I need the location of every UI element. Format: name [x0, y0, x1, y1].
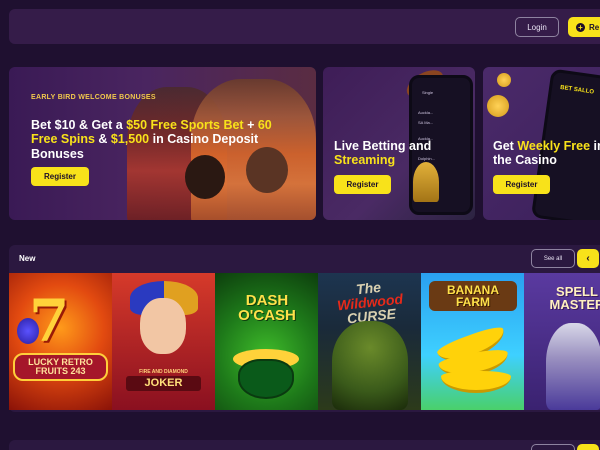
- plus-icon: +: [576, 22, 585, 32]
- game-tile-banana-farm[interactable]: BANANA FARM: [421, 273, 524, 410]
- player-head-left: [185, 155, 225, 199]
- see-all-button[interactable]: See all: [531, 249, 575, 268]
- banner-register-button[interactable]: Register: [493, 175, 550, 194]
- section-title: New: [19, 254, 36, 263]
- game-title: LUCKY RETRO FRUITS 243: [13, 353, 108, 381]
- live-betting-banner[interactable]: Single Auckla... SA Ma... Auckla... Dolp…: [323, 67, 475, 220]
- coin-icon: [497, 73, 511, 87]
- game-title: The Wildwood CURSE: [336, 278, 404, 327]
- banner-title: Get Weekly Free in the Casino: [493, 139, 600, 168]
- game-tile-spell-master[interactable]: SPELL MASTER: [524, 273, 600, 410]
- weekly-free-banner[interactable]: BET SALLO Get Weekly Free in the Casino …: [483, 67, 600, 220]
- see-all-button[interactable]: [531, 444, 575, 450]
- register-button-top[interactable]: + Re: [568, 17, 600, 37]
- game-tile-joker[interactable]: FIRE AND DIAMOND JOKER: [112, 273, 215, 410]
- top-bar: [9, 9, 600, 44]
- new-games-section: New See all ‹ 7 LUCKY RETRO FRUITS 243 F…: [9, 245, 600, 412]
- monster-icon: [332, 321, 408, 410]
- login-button[interactable]: Login: [515, 17, 559, 37]
- banner-title: Bet $10 & Get a $50 Free Sports Bet + 60…: [31, 118, 272, 161]
- banner-register-button[interactable]: Register: [31, 167, 89, 186]
- banana-icon: [441, 371, 511, 393]
- game-title: JOKER: [126, 376, 201, 391]
- next-games-section: [9, 440, 600, 450]
- game-tile-wildwood-curse[interactable]: The Wildwood CURSE: [318, 273, 421, 410]
- banner-eyebrow: EARLY BIRD WELCOME BONUSES: [31, 94, 156, 101]
- chevron-left-icon[interactable]: [577, 444, 599, 450]
- game-title: SPELL MASTER: [549, 284, 600, 312]
- game-title: BANANA FARM: [429, 281, 517, 311]
- coin-icon: [487, 95, 509, 117]
- game-tile-lucky-retro-fruits[interactable]: 7 LUCKY RETRO FRUITS 243: [9, 273, 112, 410]
- game-subtitle: FIRE AND DIAMOND: [139, 369, 188, 375]
- banner-register-button[interactable]: Register: [334, 175, 391, 194]
- trophy-icon: [413, 162, 439, 202]
- joker-face-icon: [140, 298, 186, 354]
- chevron-left-icon[interactable]: ‹: [577, 249, 599, 268]
- banner-title: Live Betting and Streaming: [334, 139, 432, 168]
- welcome-bonus-banner[interactable]: EARLY BIRD WELCOME BONUSES Bet $10 & Get…: [9, 67, 316, 220]
- register-label: Re: [589, 22, 600, 32]
- seven-icon: 7: [29, 287, 70, 355]
- pot-of-gold-icon: [238, 359, 294, 399]
- wizard-icon: [546, 323, 600, 410]
- game-tile-dash-o-cash[interactable]: DASH O'CASH: [215, 273, 318, 410]
- game-title: DASH O'CASH: [238, 292, 296, 324]
